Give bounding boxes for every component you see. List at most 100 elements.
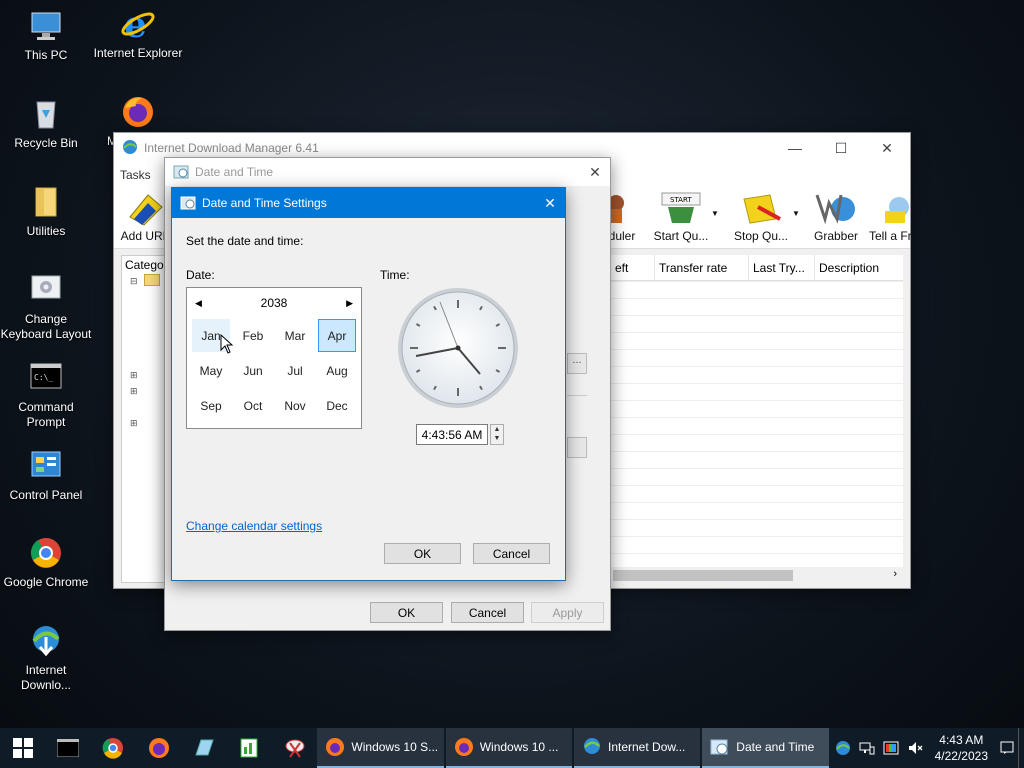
column-header-last-try[interactable]: Last Try... (749, 255, 815, 280)
tree-expand-icon[interactable]: ⊞ (130, 418, 138, 429)
scheduler-button[interactable]: duler (608, 189, 636, 243)
ok-button[interactable]: OK (384, 543, 461, 564)
horizontal-scrollbar[interactable]: › (611, 567, 903, 584)
tell-a-friend-button[interactable]: Tell a Fri (869, 189, 911, 243)
taskbar-chrome-icon[interactable] (91, 728, 136, 768)
month-feb[interactable]: Feb (234, 319, 272, 352)
volume-muted-icon[interactable] (903, 728, 927, 768)
taskbar-clock[interactable]: 4:43 AM 4/22/2023 (927, 732, 996, 764)
tray-idm-icon[interactable] (831, 728, 855, 768)
next-year-icon[interactable]: ▶ (346, 298, 353, 309)
desktop-icon-this-pc[interactable]: This PC (0, 8, 92, 63)
clock-time: 4:43 AM (939, 733, 984, 747)
prev-year-icon[interactable]: ◀ (195, 298, 202, 309)
taskbar-cmd-icon[interactable] (45, 728, 90, 768)
month-jul[interactable]: Jul (276, 354, 314, 387)
partial-button-2[interactable] (567, 437, 587, 458)
month-dec[interactable]: Dec (318, 389, 356, 422)
close-button[interactable]: ✕ (580, 157, 610, 187)
change-calendar-settings-link[interactable]: Change calendar settings (186, 519, 322, 533)
time-spinner[interactable]: ▲ ▼ (490, 424, 504, 445)
cancel-button[interactable]: Cancel (451, 602, 524, 623)
date-and-time-titlebar[interactable]: Date and Time ✕ (165, 158, 610, 186)
firefox-icon (454, 738, 473, 756)
date-time-icon (173, 163, 189, 182)
partial-button[interactable]: ... (567, 353, 587, 374)
close-button[interactable]: ✕ (864, 133, 910, 163)
desktop-icon-google-chrome[interactable]: Google Chrome (0, 535, 92, 590)
month-mar[interactable]: Mar (276, 319, 314, 352)
stop-queue-dropdown-icon[interactable]: ▼ (791, 209, 801, 218)
categories-panel[interactable]: Categor ⊟ ⊞ ⊞ ⊞ (121, 255, 169, 583)
minimize-button[interactable]: — (772, 133, 818, 163)
column-header-description[interactable]: Description (815, 255, 903, 280)
month-may[interactable]: May (192, 354, 230, 387)
desktop-icon-control-panel[interactable]: Control Panel (0, 448, 92, 503)
downloads-list-header: eft Transfer rate Last Try... Descriptio… (611, 255, 903, 281)
desktop-icon-utilities[interactable]: Utilities (0, 184, 92, 239)
time-input[interactable]: 4:43:56 AM (416, 424, 488, 445)
date-time-icon (710, 739, 728, 755)
menu-tasks[interactable]: Tasks (120, 168, 151, 182)
date-and-time-settings-dialog[interactable]: Date and Time Settings ✕ Set the date an… (171, 187, 566, 581)
downloads-list[interactable] (611, 281, 903, 568)
analog-clock (396, 286, 520, 410)
taskbar-task-firefox-2[interactable]: Windows 10 ... (445, 728, 572, 768)
notification-icon[interactable] (996, 728, 1018, 768)
month-apr[interactable]: Apr (318, 319, 356, 352)
scroll-right-icon[interactable]: › (893, 568, 897, 580)
start-button[interactable] (0, 728, 45, 768)
stop-queue-button[interactable]: Stop Qu... (726, 189, 796, 243)
tree-expand-icon[interactable]: ⊞ (130, 386, 138, 397)
folder-icon (28, 184, 64, 220)
scrollbar-thumb[interactable] (613, 570, 793, 581)
network-icon[interactable] (855, 728, 879, 768)
month-jun[interactable]: Jun (234, 354, 272, 387)
start-queue-button[interactable]: START Start Qu... (646, 189, 716, 243)
taskbar-notepad-icon[interactable] (181, 728, 226, 768)
start-queue-dropdown-icon[interactable]: ▼ (710, 209, 720, 218)
tree-expand-icon[interactable]: ⊟ (130, 276, 138, 287)
close-button[interactable]: ✕ (535, 188, 565, 218)
desktop-icon-change-keyboard-layout[interactable]: Change Keyboard Layout (0, 272, 92, 342)
month-nov[interactable]: Nov (276, 389, 314, 422)
desktop-icon-internet-download-manager[interactable]: Internet Downlo... (0, 623, 92, 693)
grabber-button[interactable]: Grabber (808, 189, 864, 243)
date-and-time-title: Date and Time (195, 165, 274, 179)
taskbar-spreadsheet-icon[interactable] (227, 728, 272, 768)
scheduler-icon (608, 189, 636, 227)
cancel-button[interactable]: Cancel (473, 543, 550, 564)
calendar-year[interactable]: 2038 (261, 296, 288, 310)
desktop-icon-command-prompt[interactable]: C:\_ Command Prompt (0, 360, 92, 430)
firefox-icon (326, 738, 345, 756)
show-desktop-button[interactable] (1018, 728, 1024, 768)
maximize-button[interactable]: ☐ (818, 133, 864, 163)
instruction-text: Set the date and time: (186, 234, 304, 248)
display-icon[interactable] (879, 728, 903, 768)
month-oct[interactable]: Oct (234, 389, 272, 422)
recycle-bin-icon (28, 96, 64, 132)
desktop-icon-label: Internet Explorer (93, 46, 183, 60)
month-sep[interactable]: Sep (192, 389, 230, 422)
taskbar-snipping-tool-icon[interactable] (272, 728, 317, 768)
calendar[interactable]: ◀ 2038 ▶ Jan Feb Mar Apr May Jun Jul Aug… (186, 287, 362, 429)
system-tray: 4:43 AM 4/22/2023 (831, 728, 1024, 768)
start-queue-icon: START (660, 189, 702, 227)
mouse-cursor-icon (220, 333, 234, 357)
settings-titlebar[interactable]: Date and Time Settings ✕ (172, 188, 565, 218)
add-url-button[interactable]: Add URL (120, 189, 170, 243)
taskbar-task-date-and-time[interactable]: Date and Time (702, 728, 829, 768)
column-header-size-left[interactable]: eft (611, 255, 655, 280)
categories-label: Categor (125, 258, 168, 272)
taskbar-firefox-icon[interactable] (136, 728, 181, 768)
tree-expand-icon[interactable]: ⊞ (130, 370, 138, 381)
apply-button[interactable]: Apply (531, 602, 604, 623)
taskbar-task-firefox-1[interactable]: Windows 10 S... (317, 728, 444, 768)
ok-button[interactable]: OK (370, 602, 443, 623)
desktop-icon-internet-explorer[interactable]: e Internet Explorer (92, 4, 184, 61)
time-label: Time: (380, 268, 410, 282)
idm-title: Internet Download Manager 6.41 (144, 141, 319, 155)
column-header-transfer-rate[interactable]: Transfer rate (655, 255, 749, 280)
taskbar-task-idm[interactable]: Internet Dow... (574, 728, 701, 768)
month-aug[interactable]: Aug (318, 354, 356, 387)
